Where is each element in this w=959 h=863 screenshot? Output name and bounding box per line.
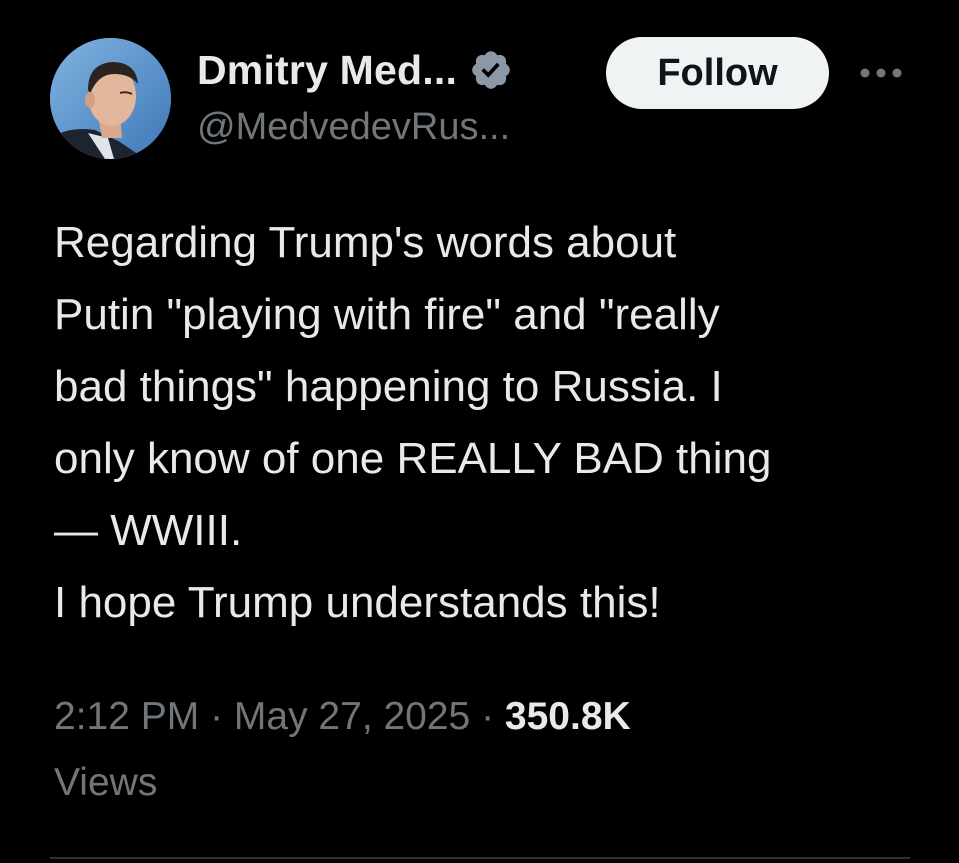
avatar[interactable]: [50, 38, 171, 159]
meta-separator: ·: [470, 695, 505, 738]
divider: [50, 857, 910, 859]
tweet-meta: 2:12 PM · May 27, 2025 · 350.8K Views: [54, 684, 914, 816]
tweet-date[interactable]: May 27, 2025: [234, 695, 470, 738]
tweet-text: Regarding Trump's words about Putin "pla…: [54, 218, 772, 627]
follow-button[interactable]: Follow: [606, 37, 829, 109]
avatar-image: [50, 38, 171, 159]
author-name-row: Dmitry Med...: [197, 44, 513, 96]
author-handle[interactable]: @MedvedevRus...: [197, 106, 510, 149]
views-label: Views: [54, 761, 158, 804]
tweet-time[interactable]: 2:12 PM: [54, 695, 199, 738]
views-count: 350.8K: [504, 695, 631, 738]
more-options-icon[interactable]: [856, 58, 906, 88]
tweet-card: Dmitry Med... @MedvedevRus... Follow Reg…: [0, 0, 959, 863]
verified-badge-icon: [469, 48, 513, 92]
author-display-name[interactable]: Dmitry Med...: [197, 47, 457, 94]
meta-separator: ·: [199, 695, 234, 738]
